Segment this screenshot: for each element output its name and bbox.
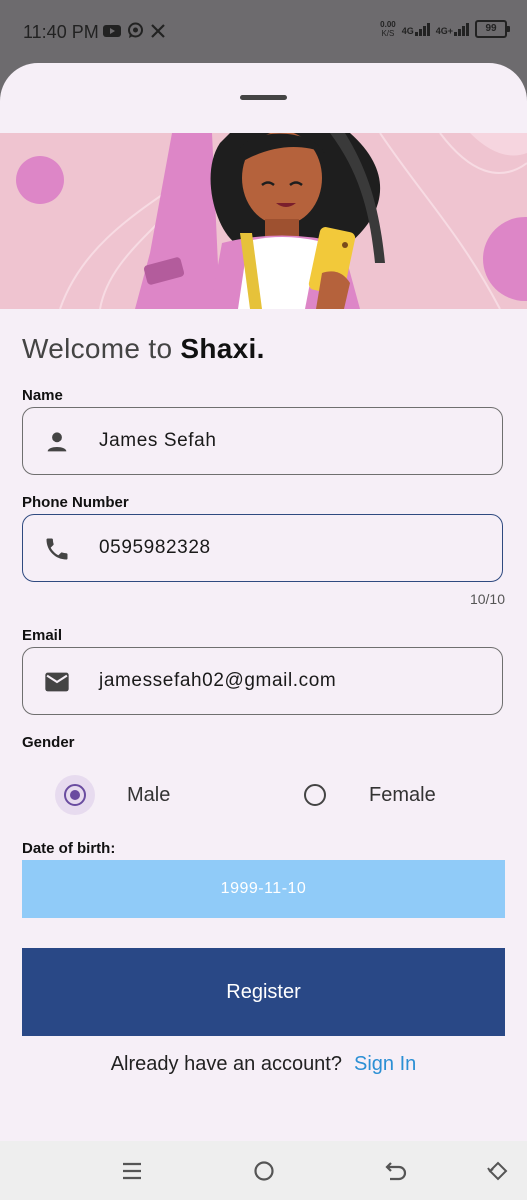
rotate-icon[interactable] bbox=[486, 1159, 510, 1183]
radio-female[interactable] bbox=[304, 784, 326, 806]
signin-row: Already have an account? Sign In bbox=[0, 1053, 527, 1076]
dob-label: Date of birth: bbox=[22, 840, 116, 857]
back-icon[interactable] bbox=[384, 1159, 408, 1183]
drag-handle[interactable] bbox=[240, 95, 287, 100]
status-bar: 11:40 PM 0.00 K/S 4G 4G+ 99 bbox=[0, 0, 527, 64]
phone-char-counter: 10/10 bbox=[469, 591, 505, 607]
welcome-heading: Welcome to Shaxi. bbox=[22, 333, 265, 364]
radio-male[interactable] bbox=[64, 784, 86, 806]
dob-picker[interactable]: 1999-11-10 bbox=[22, 860, 505, 918]
signal-bars-icon bbox=[414, 22, 430, 36]
woman-with-phone-illustration bbox=[0, 133, 527, 309]
signal-2: 4G+ bbox=[436, 22, 469, 36]
system-nav-bar bbox=[0, 1141, 527, 1200]
name-field[interactable]: James Sefah bbox=[22, 407, 503, 475]
x-icon bbox=[151, 23, 165, 38]
banner-illustration bbox=[0, 133, 527, 309]
status-notification-icons bbox=[103, 22, 166, 39]
whatsapp-icon bbox=[128, 22, 143, 38]
radio-female-label[interactable]: Female bbox=[369, 784, 436, 807]
signin-prompt: Already have an account? bbox=[110, 1053, 342, 1075]
name-label: Name bbox=[22, 387, 63, 404]
phone-icon bbox=[46, 538, 68, 560]
person-icon bbox=[47, 432, 67, 452]
register-button[interactable]: Register bbox=[22, 948, 505, 1036]
battery-icon: 99 bbox=[475, 20, 510, 38]
status-time: 11:40 PM bbox=[23, 22, 99, 42]
name-value: James Sefah bbox=[99, 430, 217, 451]
phone-field[interactable]: 0595982328 bbox=[22, 514, 503, 582]
net-speed: 0.00 K/S bbox=[380, 20, 396, 38]
home-icon[interactable] bbox=[252, 1159, 276, 1183]
status-system-icons: 0.00 K/S 4G 4G+ 99 bbox=[380, 20, 510, 38]
email-label: Email bbox=[22, 627, 63, 644]
bottom-sheet: Welcome to Shaxi. Name James Sefah Phone… bbox=[0, 63, 527, 1141]
email-value: jamessefah02@gmail.com bbox=[99, 670, 337, 691]
app-name: Shaxi. bbox=[180, 333, 265, 364]
email-field[interactable]: jamessefah02@gmail.com bbox=[22, 647, 503, 715]
signal-1: 4G bbox=[402, 22, 430, 36]
signin-link[interactable]: Sign In bbox=[354, 1053, 416, 1075]
phone-value: 0595982328 bbox=[99, 537, 211, 558]
mail-icon bbox=[45, 672, 69, 692]
signal-bars-icon bbox=[454, 22, 469, 36]
menu-icon[interactable] bbox=[120, 1159, 144, 1183]
gender-label: Gender bbox=[22, 734, 75, 751]
radio-male-label[interactable]: Male bbox=[127, 784, 170, 807]
youtube-icon bbox=[103, 24, 121, 37]
phone-label: Phone Number bbox=[22, 494, 129, 511]
